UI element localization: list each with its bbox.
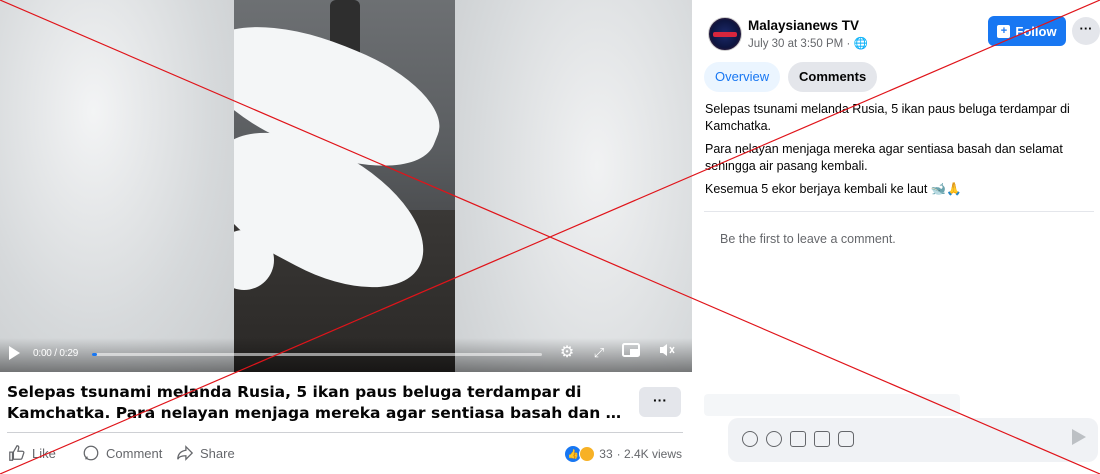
caption-line-2: Kamchatka. Para nelayan menjaga mereka a… [7, 404, 627, 422]
emoji-icon[interactable] [766, 431, 782, 447]
globe-icon: 🌐 [853, 38, 868, 50]
post-timestamp[interactable]: July 30 at 3:50 PM · [748, 38, 850, 50]
follow-icon: + [997, 24, 1011, 38]
tab-overview[interactable]: Overview [704, 62, 781, 92]
video-controls: 0:00 / 0:29 ⚙ ⤢ [0, 338, 692, 372]
like-button[interactable]: Like [8, 444, 56, 462]
sticker-icon[interactable] [838, 431, 854, 447]
composer-placeholder [704, 394, 960, 416]
gif-icon[interactable] [814, 431, 830, 447]
action-bar: Like Comment Share 👍 33 · 2.4K views [0, 440, 692, 468]
post-paragraph: Para nelayan menjaga mereka agar sentias… [705, 142, 1063, 173]
video-progress-bar[interactable] [92, 353, 542, 356]
more-options-button[interactable]: ··· [1072, 17, 1100, 45]
video-blur-left [0, 0, 234, 372]
avatar-sticker-icon[interactable] [742, 431, 758, 447]
share-icon [177, 445, 194, 461]
follow-button[interactable]: + Follow [988, 16, 1066, 46]
video-player[interactable]: 0:00 / 0:29 ⚙ ⤢ [0, 0, 692, 372]
camera-icon[interactable] [790, 431, 806, 447]
video-frame [234, 0, 455, 372]
settings-icon[interactable]: ⚙ [556, 342, 578, 364]
avatar[interactable] [708, 17, 742, 51]
comment-label: Comment [106, 445, 163, 461]
reaction-summary[interactable]: 👍 33 · 2.4K views [565, 446, 682, 462]
video-post-column: 0:00 / 0:29 ⚙ ⤢ Selepas tsunami melanda … [0, 0, 692, 474]
video-time: 0:00 / 0:29 [33, 348, 79, 359]
pip-icon[interactable] [620, 342, 642, 364]
video-blur-right [455, 0, 692, 372]
send-icon[interactable] [1072, 429, 1086, 445]
divider [7, 432, 683, 433]
like-label: Like [32, 445, 56, 461]
view-count: · 2.4K views [616, 447, 682, 461]
tab-comments[interactable]: Comments [788, 62, 878, 92]
care-reaction-icon [579, 446, 596, 462]
divider [704, 211, 1094, 212]
share-label: Share [200, 445, 235, 461]
caption-line-1: Selepas tsunami melanda Rusia, 5 ikan pa… [7, 383, 582, 401]
post-caption: Selepas tsunami melanda Rusia, 5 ikan pa… [7, 382, 627, 424]
post-meta: July 30 at 3:50 PM · 🌐 [748, 36, 868, 50]
caption-more-button[interactable]: ··· [639, 387, 681, 417]
page-name[interactable]: Malaysianews TV [748, 18, 859, 33]
thumbs-up-icon [9, 445, 25, 461]
fullscreen-icon[interactable]: ⤢ [588, 342, 610, 364]
reaction-count: 33 [599, 447, 613, 461]
comment-composer[interactable] [728, 418, 1098, 462]
share-button[interactable]: Share [176, 444, 235, 462]
comment-button[interactable]: Comment [82, 444, 162, 462]
post-details-panel: Malaysianews TV July 30 at 3:50 PM · 🌐 +… [692, 0, 1100, 474]
post-body: Selepas tsunami melanda Rusia, 5 ikan pa… [705, 101, 1093, 204]
video-progress-fill [92, 353, 97, 356]
post-paragraph: Selepas tsunami melanda Rusia, 5 ikan pa… [705, 102, 1070, 133]
play-icon[interactable] [9, 346, 20, 360]
no-comments-message: Be the first to leave a comment. [720, 232, 896, 246]
follow-label: Follow [1015, 23, 1057, 39]
comment-icon [83, 445, 99, 461]
volume-muted-icon[interactable] [656, 342, 678, 364]
post-paragraph: Kesemua 5 ekor berjaya kembali ke laut 🐋… [705, 182, 962, 196]
